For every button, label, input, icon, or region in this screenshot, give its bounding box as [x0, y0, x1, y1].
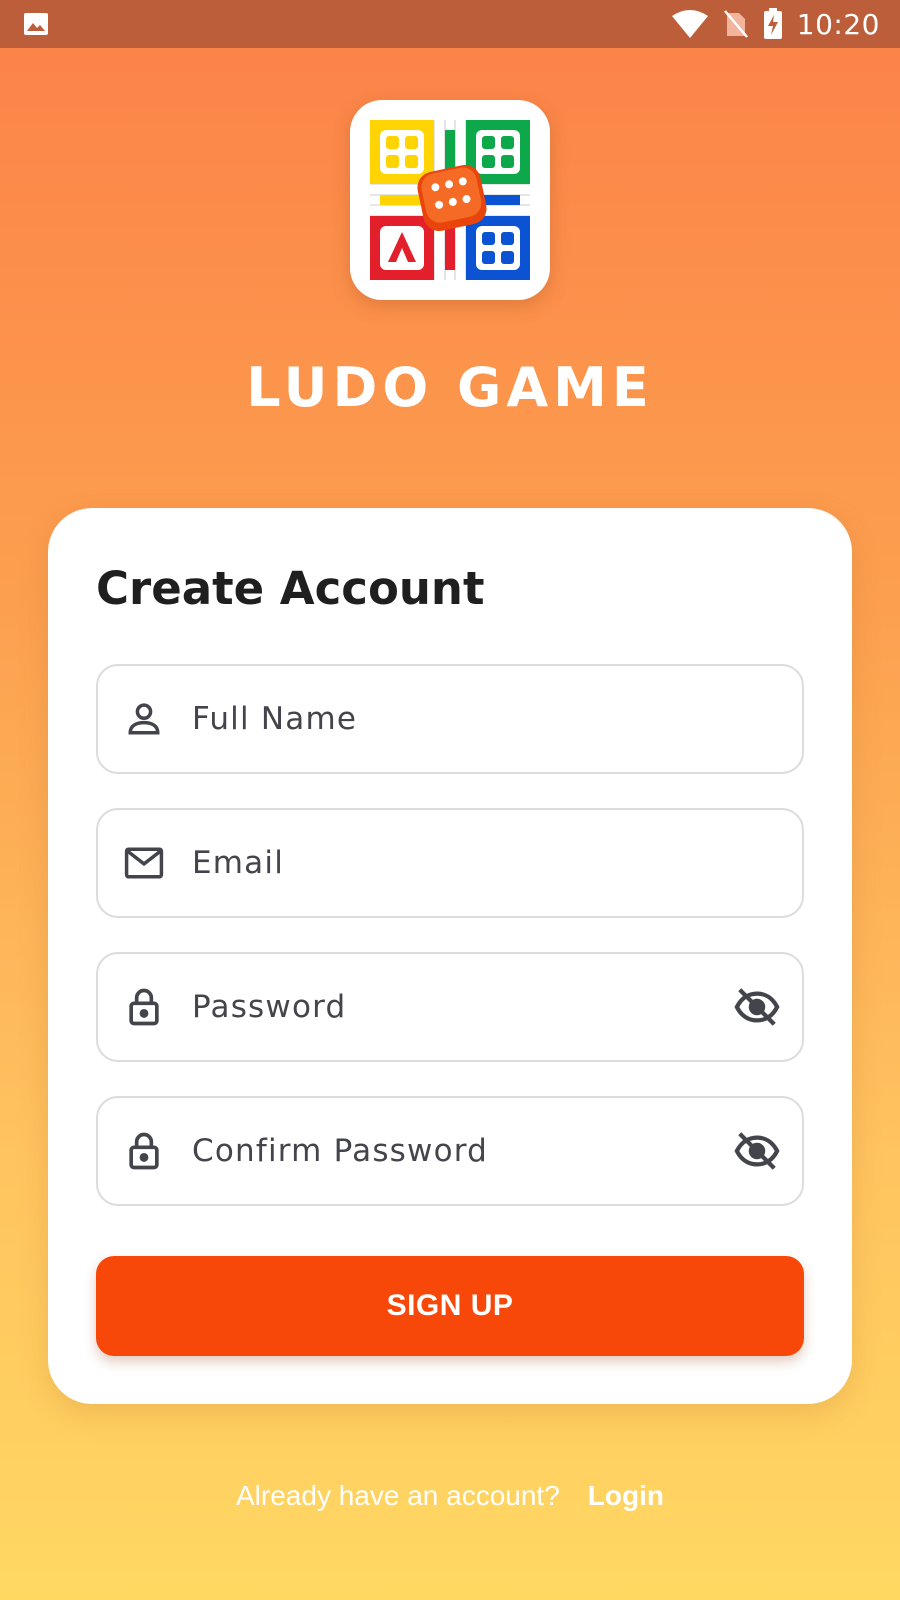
image-icon: [22, 10, 50, 38]
lock-icon: [122, 985, 166, 1029]
person-icon: [122, 697, 166, 741]
email-field[interactable]: Email: [96, 808, 804, 918]
full-name-field[interactable]: Full Name: [96, 664, 804, 774]
sign-up-button[interactable]: SIGN UP: [96, 1256, 804, 1356]
no-sim-icon: [723, 9, 749, 39]
confirm-password-field[interactable]: Confirm Password: [96, 1096, 804, 1206]
status-bar: 10:20: [0, 0, 900, 48]
confirm-password-placeholder: Confirm Password: [192, 1133, 489, 1169]
wifi-icon: [671, 9, 709, 39]
password-placeholder: Password: [192, 989, 347, 1025]
login-prompt: Already have an account? Login: [0, 1480, 900, 1512]
ludo-board-logo: [370, 120, 530, 280]
email-placeholder: Email: [192, 845, 285, 881]
app-logo: [350, 100, 550, 300]
visibility-off-icon[interactable]: [734, 984, 780, 1030]
visibility-off-icon[interactable]: [734, 1128, 780, 1174]
password-field[interactable]: Password: [96, 952, 804, 1062]
lock-icon: [122, 1129, 166, 1173]
login-prompt-text: Already have an account?: [236, 1480, 560, 1511]
full-name-placeholder: Full Name: [192, 701, 358, 737]
app-title: LUDO GAME: [246, 356, 654, 419]
battery-charging-icon: [763, 8, 783, 40]
status-time: 10:20: [796, 7, 880, 41]
login-link[interactable]: Login: [588, 1480, 664, 1512]
form-title: Create Account: [96, 562, 485, 615]
signup-card: Create Account Full Name Email Password …: [48, 508, 852, 1404]
mail-icon: [122, 841, 166, 885]
